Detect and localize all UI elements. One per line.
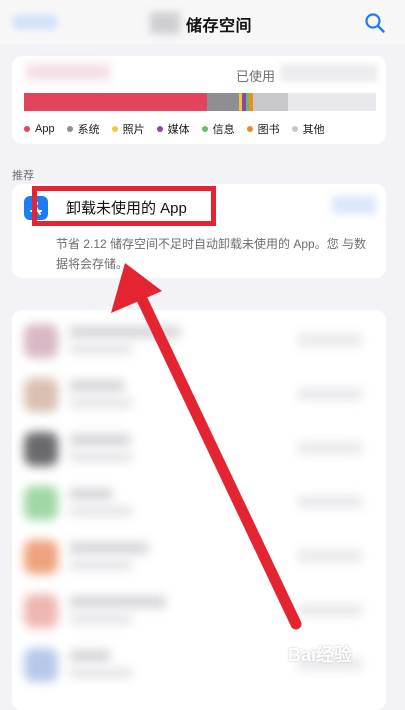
legend-dot	[156, 126, 163, 132]
legend-label: 其他	[302, 124, 325, 136]
list-item[interactable]	[12, 314, 386, 366]
used-amount-blurred	[280, 64, 378, 82]
app-date-blurred	[70, 560, 132, 570]
app-date-blurred	[70, 452, 132, 462]
blurred-nav-element	[150, 12, 180, 34]
storage-bar-segment-6	[252, 93, 288, 111]
legend-label: App	[35, 123, 55, 135]
storage-bar-segment-0	[24, 93, 208, 111]
app-icon	[24, 432, 58, 466]
app-name-blurred	[70, 380, 124, 392]
app-icon	[24, 594, 58, 628]
legend-label: 媒体	[167, 124, 190, 136]
app-name-blurred	[70, 326, 180, 338]
page-title: 储存空间	[186, 18, 253, 35]
app-date-blurred	[70, 398, 132, 408]
app-size-blurred	[298, 550, 362, 562]
navigation-bar: 储存空间	[0, 0, 405, 44]
storage-usage-bar	[24, 93, 376, 111]
storage-legend: App 系统 照片 媒体 信息 图书 其他	[24, 121, 337, 137]
app-date-blurred	[70, 614, 132, 624]
list-item[interactable]	[12, 584, 386, 636]
used-label: 已使用	[236, 69, 276, 84]
app-icon	[24, 486, 58, 520]
storage-bar-segment-1	[207, 93, 239, 111]
legend-label: 信息	[212, 124, 235, 136]
app-date-blurred	[70, 344, 132, 354]
legend-label: 系统	[77, 124, 100, 136]
app-icon	[24, 324, 58, 358]
app-name-blurred	[70, 542, 148, 554]
app-icon	[24, 648, 58, 682]
app-size-blurred	[298, 388, 362, 400]
device-name-blurred	[26, 64, 110, 80]
app-name-blurred	[70, 596, 166, 608]
list-item[interactable]	[12, 530, 386, 582]
app-icon	[24, 378, 58, 412]
app-icon	[24, 540, 58, 574]
legend-item: 系统	[66, 121, 100, 137]
legend-dot	[111, 126, 118, 132]
list-item[interactable]	[12, 422, 386, 474]
legend-item: App	[24, 121, 55, 137]
app-size-blurred	[298, 604, 362, 616]
storage-summary-card: 已使用 App 系统 照片 媒体 信息 图书 其他	[12, 56, 386, 144]
legend-dot	[201, 126, 208, 132]
app-date-blurred	[70, 506, 132, 516]
legend-item: 照片	[111, 121, 145, 137]
app-size-blurred	[298, 442, 362, 454]
legend-label: 照片	[122, 124, 145, 136]
legend-dot	[66, 126, 73, 132]
enable-button-blurred[interactable]	[332, 196, 376, 214]
legend-dot	[291, 126, 298, 132]
back-button[interactable]	[12, 14, 58, 30]
annotation-highlight-box	[32, 186, 216, 226]
legend-item: 信息	[201, 121, 235, 137]
legend-item: 其他	[291, 121, 325, 137]
app-size-blurred	[298, 334, 362, 346]
legend-dot	[24, 126, 30, 132]
app-size-blurred	[298, 496, 362, 508]
legend-item: 图书	[246, 121, 280, 137]
app-name-blurred	[70, 488, 112, 500]
search-icon[interactable]	[364, 12, 386, 34]
app-name-blurred	[70, 434, 130, 446]
offload-description: 节省 2.12 储存空间不足时自动卸载未使用的 App。您 与数据将会存储。	[56, 237, 367, 271]
app-name-blurred	[70, 650, 110, 662]
legend-item: 媒体	[156, 121, 190, 137]
list-item[interactable]	[12, 476, 386, 528]
list-item[interactable]	[12, 368, 386, 420]
legend-dot	[246, 126, 253, 132]
legend-label: 图书	[257, 124, 280, 136]
recommendations-section-label: 推荐	[12, 170, 34, 182]
watermark-logo: Bai经验	[288, 645, 353, 665]
app-date-blurred	[70, 668, 132, 678]
